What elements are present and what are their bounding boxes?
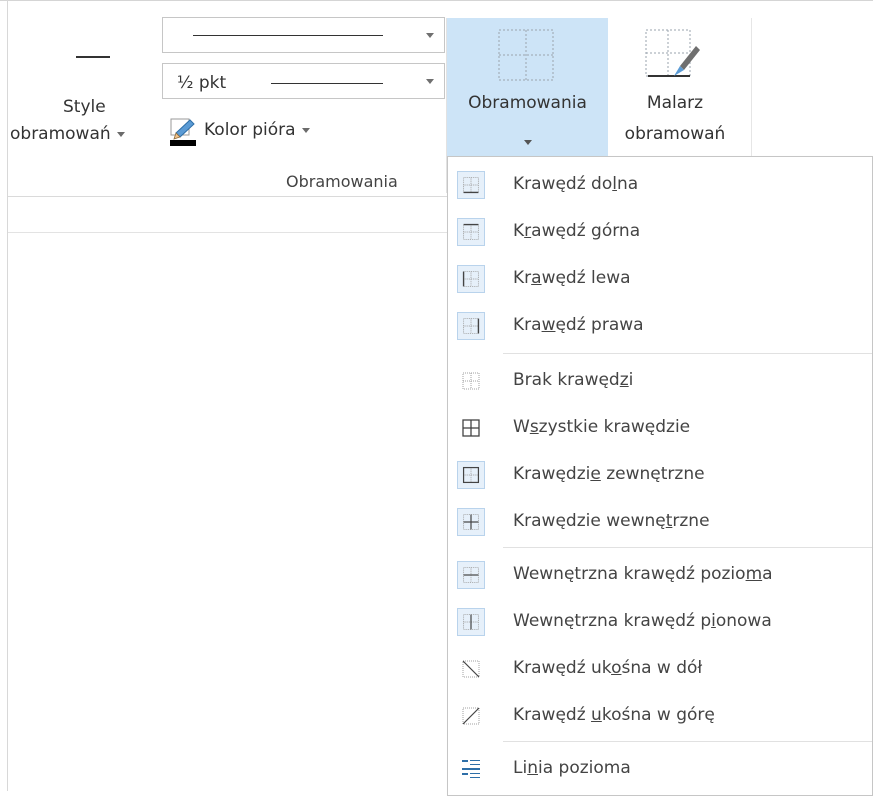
line-style-preview (193, 35, 383, 36)
border-right-icon (457, 312, 485, 340)
chevron-down-icon (301, 127, 310, 133)
ribbon-bottom-edge (8, 196, 448, 197)
ribbon-separator (751, 18, 752, 156)
menu-item-inside-vertical-border[interactable]: Wewnętrzna krawędź pionowa (448, 600, 872, 644)
menu-item-label: Krawędź ukośna w dół (513, 658, 703, 678)
menu-item-label: Wewnętrzna krawędź pionowa (513, 611, 772, 631)
border-styles-label-line2: obramowań (10, 124, 125, 144)
menu-item-label: Brak krawędzi (513, 370, 634, 390)
border-painter-label-line2: obramowań (624, 124, 726, 144)
menu-item-border-top[interactable]: Krawędź górna (448, 210, 872, 254)
document-ruler-edge (8, 232, 448, 233)
menu-item-label: Krawędź prawa (513, 315, 644, 335)
menu-item-label: Krawędzie zewnętrzne (513, 464, 705, 484)
border-styles-label-line1: Style (63, 97, 106, 117)
line-weight-preview (271, 83, 383, 84)
menu-item-border-bottom[interactable]: Krawędź dolna (448, 163, 872, 207)
menu-item-border-left[interactable]: Krawędź lewa (448, 257, 872, 301)
diagonal-up-border-icon (462, 707, 480, 725)
border-painter-button[interactable]: Malarz obramowań (610, 18, 740, 156)
left-rule (7, 0, 8, 791)
line-weight-dropdown[interactable]: ½ pkt (162, 63, 445, 99)
menu-item-no-border[interactable]: Brak krawędzi (448, 359, 872, 403)
border-painter-icon (645, 29, 700, 77)
borders-icon (498, 29, 554, 81)
pen-color-label: Kolor pióra (204, 120, 310, 140)
menu-item-diagonal-up-border[interactable]: Krawędź ukośna w górę (448, 694, 872, 738)
menu-separator (503, 353, 872, 354)
ribbon-group-label: Obramowania (286, 172, 398, 191)
border-bottom-icon (457, 171, 485, 199)
border-painter-label-line1: Malarz (646, 93, 704, 113)
no-border-icon (462, 372, 480, 390)
menu-item-inside-horizontal-border[interactable]: Wewnętrzna krawędź pozioma (448, 553, 872, 597)
menu-item-label: Krawędź dolna (513, 174, 639, 194)
border-style-preview-icon (76, 56, 110, 58)
diagonal-down-border-icon (462, 660, 480, 678)
menu-item-label: Wszystkie krawędzie (513, 417, 691, 437)
menu-item-label: Krawędź ukośna w górę (513, 705, 715, 725)
menu-item-diagonal-down-border[interactable]: Krawędź ukośna w dół (448, 647, 872, 691)
all-borders-icon (462, 419, 480, 437)
menu-item-horizontal-line[interactable]: Linia pozioma (448, 747, 872, 791)
borders-dropdown-menu: Krawędź dolna Krawędź górna Krawędź lewa… (447, 156, 873, 796)
border-top-icon (457, 218, 485, 246)
menu-separator (503, 741, 872, 742)
borders-button-label: Obramowania (468, 93, 587, 113)
borders-button[interactable]: Obramowania (447, 18, 608, 156)
menu-item-all-borders[interactable]: Wszystkie krawędzie (448, 406, 872, 450)
menu-item-label: Linia pozioma (513, 758, 631, 778)
chevron-down-icon[interactable] (426, 33, 434, 38)
inside-vertical-border-icon (457, 608, 485, 636)
outside-borders-icon (457, 461, 485, 489)
menu-item-inside-borders[interactable]: Krawędzie wewnętrzne (448, 500, 872, 544)
horizontal-line-icon (462, 760, 480, 778)
pen-color-icon (170, 118, 196, 146)
menu-item-label: Wewnętrzna krawędź pozioma (513, 564, 773, 584)
pen-color-text: Kolor pióra (204, 120, 296, 140)
menu-separator (503, 547, 872, 548)
menu-item-label: Krawędź lewa (513, 268, 631, 288)
menu-item-label: Krawędź górna (513, 221, 641, 241)
line-weight-value: ½ pkt (177, 73, 227, 93)
top-rule (0, 0, 873, 1)
inside-borders-icon (457, 508, 485, 536)
chevron-down-icon[interactable] (426, 79, 434, 84)
border-left-icon (457, 265, 485, 293)
inside-horizontal-border-icon (457, 561, 485, 589)
chevron-down-icon (524, 140, 532, 145)
border-styles-label-text: obramowań (10, 124, 111, 144)
line-style-dropdown[interactable] (162, 17, 445, 53)
menu-item-label: Krawędzie wewnętrzne (513, 511, 710, 531)
menu-item-outside-borders[interactable]: Krawędzie zewnętrzne (448, 453, 872, 497)
menu-item-border-right[interactable]: Krawędź prawa (448, 304, 872, 348)
chevron-down-icon (116, 131, 125, 137)
